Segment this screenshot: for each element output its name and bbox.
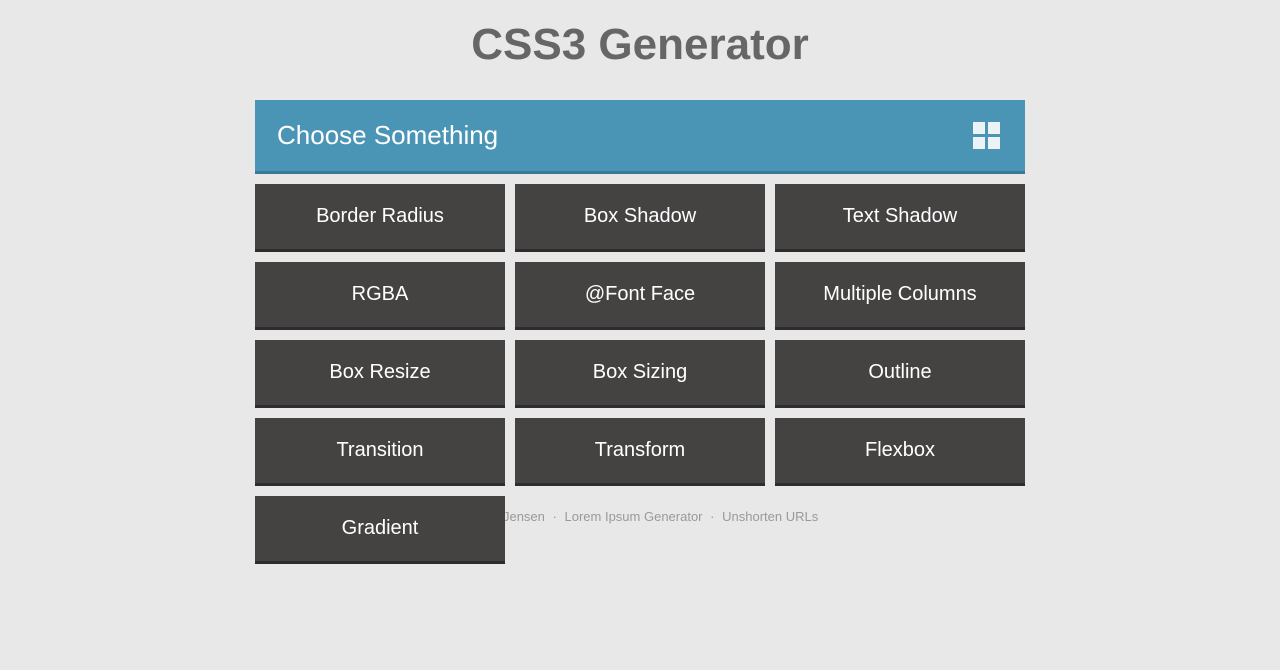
option-gradient[interactable]: Gradient <box>255 496 505 564</box>
option-text-shadow[interactable]: Text Shadow <box>775 184 1025 252</box>
option-box-resize[interactable]: Box Resize <box>255 340 505 408</box>
option-box-shadow[interactable]: Box Shadow <box>515 184 765 252</box>
option-transition[interactable]: Transition <box>255 418 505 486</box>
main-container: Choose Something Border Radius Box Shado… <box>255 100 1025 564</box>
page-title: CSS3 Generator <box>0 0 1280 100</box>
header-bar[interactable]: Choose Something <box>255 100 1025 174</box>
option-rgba[interactable]: RGBA <box>255 262 505 330</box>
option-multiple-columns[interactable]: Multiple Columns <box>775 262 1025 330</box>
option-outline[interactable]: Outline <box>775 340 1025 408</box>
option-transform[interactable]: Transform <box>515 418 765 486</box>
header-prompt: Choose Something <box>277 120 498 151</box>
grid-icon[interactable] <box>973 122 1000 149</box>
option-font-face[interactable]: @Font Face <box>515 262 765 330</box>
option-flexbox[interactable]: Flexbox <box>775 418 1025 486</box>
option-border-radius[interactable]: Border Radius <box>255 184 505 252</box>
option-box-sizing[interactable]: Box Sizing <box>515 340 765 408</box>
options-grid: Border Radius Box Shadow Text Shadow RGB… <box>255 184 1025 564</box>
